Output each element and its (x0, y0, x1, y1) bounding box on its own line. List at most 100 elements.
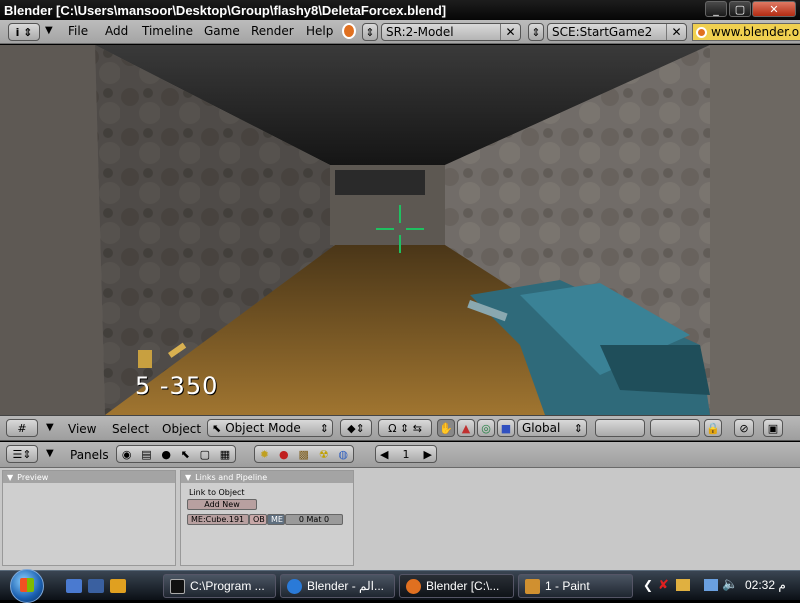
mesh-name-field[interactable]: ME:Cube.191 (187, 514, 249, 525)
close-icon: ✕ (769, 2, 779, 16)
shading-icon[interactable]: ● (161, 448, 171, 461)
ob-toggle[interactable]: OB (249, 514, 267, 525)
subcontext-buttons[interactable]: ✹ ● ▩ ☢ ◍ (254, 445, 354, 463)
scene-field[interactable]: SCE:StartGame2 ✕ (547, 23, 687, 41)
buttons-editor-type[interactable]: ☰⇕ (6, 445, 38, 463)
preview-panel-header[interactable]: ▼ Preview (3, 471, 175, 483)
translate-button[interactable]: ▲ (457, 419, 475, 437)
collapse-arrow-icon[interactable]: ▼ (46, 448, 54, 459)
context-buttons[interactable]: ◉ ▤ ● ⬉ ▢ ▦ (116, 445, 236, 463)
lock-layers-button[interactable]: 🔒 (704, 419, 722, 437)
start-button[interactable] (10, 569, 44, 603)
clock[interactable]: 02:32 م (745, 578, 786, 592)
show-desktop-icon[interactable] (66, 579, 82, 593)
rotate-button[interactable]: ◎ (477, 419, 495, 437)
mode-select[interactable]: ⬉ Object Mode ⇕ (207, 419, 333, 437)
scene-delete-icon[interactable]: ✕ (666, 24, 686, 40)
mat-label: 0 Mat 0 (298, 515, 330, 524)
links-panel-header[interactable]: ▼ Links and Pipeline (181, 471, 353, 483)
layer-buttons-1[interactable] (595, 419, 645, 437)
url-bar[interactable]: www.blender.org (692, 23, 800, 41)
buttons-window-header: ☰⇕ ▼ Panels ◉ ▤ ● ⬉ ▢ ▦ ✹ ● ▩ ☢ ◍ ◀ 1 ▶ (0, 442, 800, 468)
window-titlebar: Blender [C:\Users\mansoor\Desktop\Group\… (0, 0, 800, 20)
info-icon: i ⇕ (15, 25, 33, 39)
window-title: Blender [C:\Users\mansoor\Desktop\Group\… (4, 2, 447, 18)
task-paint[interactable]: 1 - Paint (518, 574, 633, 598)
3d-viewport[interactable]: 5 -350 (0, 45, 800, 415)
script-icon[interactable]: ▤ (141, 448, 151, 461)
world-icon[interactable]: ◍ (338, 448, 348, 461)
media-player-icon[interactable] (110, 579, 126, 593)
maximize-button[interactable]: ▢ (729, 1, 751, 17)
logic-icon[interactable]: ◉ (122, 448, 132, 461)
menu-view[interactable]: View (68, 422, 96, 436)
screen-field[interactable]: SR:2-Model ✕ (381, 23, 521, 41)
pivot-button[interactable]: Ω ⇕ ⇆ (378, 419, 432, 437)
editor-type-button[interactable]: # (6, 419, 38, 437)
rotate-icon: ◎ (481, 421, 491, 435)
switch-windows-icon[interactable] (88, 579, 104, 593)
close-button[interactable]: ✕ (752, 1, 796, 17)
menu-select[interactable]: Select (112, 422, 149, 436)
tray-red-x-icon[interactable]: ✘ (658, 578, 669, 593)
panel-collapse-icon: ▼ (185, 472, 192, 482)
minimize-button[interactable]: _ (705, 1, 727, 17)
menu-timeline[interactable]: Timeline (142, 24, 193, 38)
lamp-icon[interactable]: ✹ (260, 448, 269, 461)
scene-browse-button[interactable]: ⇕ (528, 23, 544, 41)
radio-icon[interactable]: ☢ (319, 448, 329, 461)
updown-icon: ⇕ (531, 25, 541, 39)
links-title: Links and Pipeline (195, 472, 268, 482)
scale-icon: ■ (500, 421, 512, 435)
scale-button[interactable]: ■ (497, 419, 515, 437)
link-to-object-label: Link to Object (189, 488, 245, 497)
window-type-button[interactable]: i ⇕ (8, 23, 40, 41)
maximize-icon: ▢ (734, 2, 746, 16)
menu-file[interactable]: File (68, 24, 88, 38)
scene-name: SCE:StartGame2 (552, 25, 653, 39)
tray-folder-icon[interactable] (676, 579, 690, 591)
object-icon[interactable]: ⬉ (181, 448, 190, 461)
draw-type-button[interactable]: ◆⇕ (340, 419, 372, 437)
menu-object[interactable]: Object (162, 422, 201, 436)
panels-label[interactable]: Panels (70, 448, 109, 462)
tray-network-icon[interactable] (704, 579, 718, 591)
tray-volume-icon[interactable]: 🔈 (722, 577, 738, 592)
render-view-button[interactable]: ▣ (763, 419, 783, 437)
screen-browse-button[interactable]: ⇕ (362, 23, 378, 41)
scene-icon[interactable]: ▦ (220, 448, 230, 461)
menu-render[interactable]: Render (251, 24, 294, 38)
preview-title: Preview (17, 472, 49, 482)
editing-icon[interactable]: ▢ (200, 448, 210, 461)
right-arrow-icon[interactable]: ▶ (424, 448, 432, 461)
manipulator-hand-button[interactable]: ✋ (437, 419, 455, 437)
add-new-button[interactable]: Add New (187, 499, 257, 510)
link-icon: ⊘ (739, 421, 749, 435)
task-blender[interactable]: Blender [C:\... (399, 574, 514, 598)
menu-add[interactable]: Add (105, 24, 128, 38)
task-cmd[interactable]: C:\Program ... (163, 574, 276, 598)
orientation-label: Global (522, 421, 561, 435)
link-scene-button[interactable]: ⊘ (734, 419, 754, 437)
left-arrow-icon[interactable]: ◀ (380, 448, 388, 461)
texture-icon[interactable]: ▩ (298, 448, 308, 461)
blender-url-icon (696, 27, 707, 38)
collapse-arrow-icon[interactable]: ▼ (45, 25, 53, 36)
menu-help[interactable]: Help (306, 24, 333, 38)
pivot-icon: Ω ⇕ ⇆ (388, 421, 422, 435)
collapse-arrow-icon[interactable]: ▼ (46, 422, 54, 433)
screen-name: SR:2-Model (386, 25, 454, 39)
material-icon[interactable]: ● (279, 448, 289, 461)
panel-collapse-icon: ▼ (7, 472, 14, 482)
tray-expand-icon[interactable]: ❮ (643, 578, 653, 592)
task-blender-ie[interactable]: Blender - الم... (280, 574, 395, 598)
cmd-icon (170, 579, 185, 594)
orientation-select[interactable]: Global ⇕ (517, 419, 587, 437)
material-index-field[interactable]: 0 Mat 0 (285, 514, 343, 525)
layer-buttons-2[interactable] (650, 419, 700, 437)
screen-delete-icon[interactable]: ✕ (500, 24, 520, 40)
ob-label: OB (253, 515, 265, 524)
menu-game[interactable]: Game (204, 24, 240, 38)
me-toggle[interactable]: ME (267, 514, 285, 525)
frame-counter[interactable]: ◀ 1 ▶ (375, 445, 437, 463)
